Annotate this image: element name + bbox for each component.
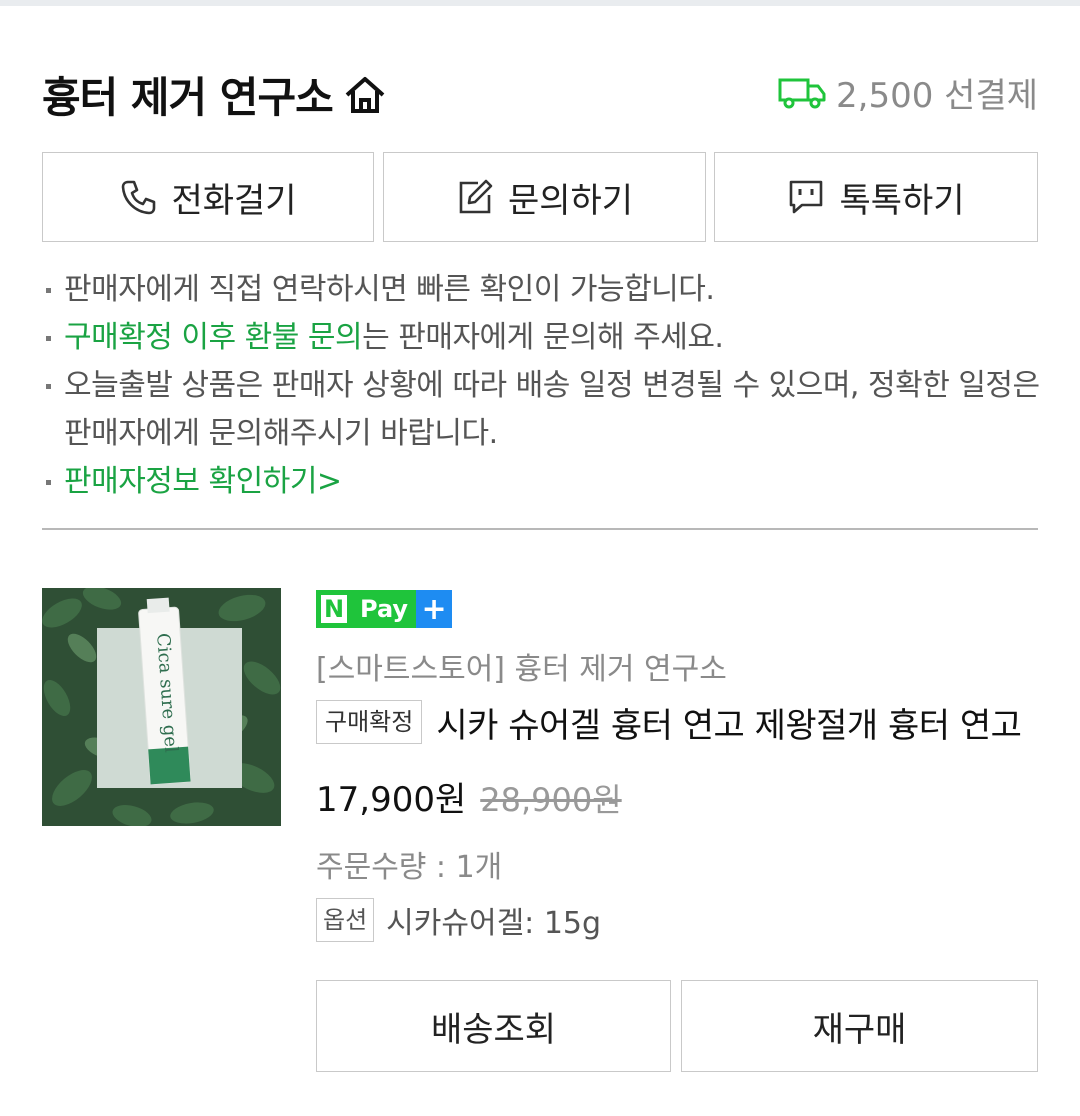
call-button[interactable]: 전화걸기 [42,152,374,242]
product-image[interactable]: Cica sure gel [42,588,281,826]
purchase-confirmed-badge: 구매확정 [316,700,423,744]
talk-button-label: 톡톡하기 [839,180,965,221]
home-icon[interactable] [343,73,387,117]
top-separator [0,0,1080,6]
seller-header[interactable]: 흉터 제거 연구소 [42,64,387,125]
original-price: 28,900원 [480,781,622,819]
npay-plus-badge: N Pay + [316,590,453,628]
product-store-label[interactable]: [스마트스토어] 흉터 제거 연구소 [316,644,727,688]
chat-icon [790,180,823,214]
note-refund: 구매확정 이후 환불 문의는 판매자에게 문의해 주세요. [42,314,1042,362]
order-quantity: 주문수량 : 1개 [316,850,503,885]
call-button-label: 전화걸기 [171,180,297,221]
shipping-info: 2,500 선결제 [778,68,1038,117]
talk-button[interactable]: 톡톡하기 [714,152,1038,242]
npay-pay-label: Pay [352,590,417,628]
shipping-fee: 2,500 선결제 [836,76,1038,116]
option-badge: 옵션 [316,898,375,942]
edit-icon [459,179,493,214]
note-contact: 판매자에게 직접 연락하시면 빠른 확인이 가능합니다. [42,266,1042,314]
phone-icon [122,180,156,215]
section-divider [42,528,1038,530]
truck-icon [778,78,826,108]
product-title-row[interactable]: 구매확정 시카 슈어겔 흉터 연고 제왕절개 흉터 연고 [316,698,1040,746]
note-refund-text: 는 판매자에게 문의해 주세요. [362,320,724,355]
inquiry-button[interactable]: 문의하기 [383,152,706,242]
sale-price: 17,900원 [316,780,467,820]
product-photo: Cica sure gel [42,588,281,826]
seller-notes: 판매자에게 직접 연락하시면 빠른 확인이 가능합니다. 구매확정 이후 환불 … [42,266,1042,506]
inquiry-button-label: 문의하기 [507,180,634,221]
option-value: 시카슈어겔: 15g [386,906,602,941]
price-row: 17,900원 28,900원 [316,772,622,821]
contact-buttons: 전화걸기 문의하기 톡톡하기 [42,152,1038,244]
note-refund-highlight: 구매확정 이후 환불 문의 [64,320,363,355]
product-title[interactable]: 시카 슈어겔 흉터 연고 제왕절개 흉터 연고 [436,698,1021,747]
seller-name[interactable]: 흉터 제거 연구소 [42,64,334,125]
track-delivery-button[interactable]: 배송조회 [316,980,671,1072]
npay-plus-sign: + [416,590,453,628]
option-row: 옵션 시카슈어겔: 15g [316,898,601,942]
note-delivery-schedule: 오늘출발 상품은 판매자 상황에 따라 배송 일정 변경될 수 있으며, 정확한… [42,362,1042,458]
npay-n-logo: N [316,590,352,628]
reorder-button[interactable]: 재구매 [681,980,1038,1072]
seller-info-link[interactable]: 판매자정보 확인하기> [42,458,1042,506]
